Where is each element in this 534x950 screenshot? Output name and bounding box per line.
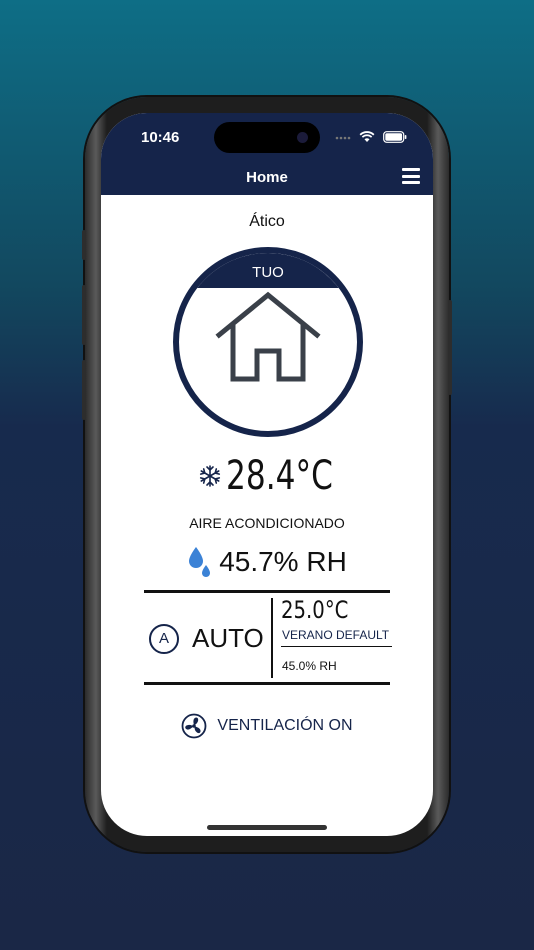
- divider-vertical: [271, 598, 273, 678]
- setpoint-humidity[interactable]: 45.0% RH: [282, 659, 337, 673]
- battery-icon: [383, 131, 407, 143]
- fan-icon: [182, 713, 207, 739]
- wifi-icon: [359, 131, 375, 142]
- dynamic-island: [214, 122, 320, 153]
- water-drop-icon: [189, 547, 211, 577]
- ventilation-label: VENTILACIÓN ON: [217, 717, 353, 734]
- divider-top: [144, 590, 390, 593]
- divider-bottom: [144, 682, 390, 685]
- camera-icon: [297, 132, 308, 143]
- zone-badge: TUO: [179, 253, 357, 288]
- operation-mode-label: AIRE ACONDICIONADO: [189, 515, 345, 531]
- status-icons: [335, 131, 407, 143]
- menu-icon[interactable]: [402, 168, 420, 184]
- app-screen: 10:46 Home Ático TUO 28.4°C AIRE ACONDIC…: [101, 113, 433, 836]
- ventilation-button[interactable]: VENTILACIÓN ON: [101, 713, 433, 739]
- signal-icon: [335, 136, 351, 140]
- home-indicator[interactable]: [207, 825, 327, 830]
- snowflake-icon: [199, 465, 220, 487]
- profile-name[interactable]: VERANO DEFAULT: [282, 628, 389, 642]
- control-panel: A AUTO 25.0°C VERANO DEFAULT 45.0% RH: [144, 590, 392, 685]
- volume-up-button: [82, 285, 86, 345]
- current-temperature-row: 28.4°C: [101, 453, 433, 499]
- profile-divider: [281, 646, 392, 647]
- house-icon: [215, 291, 321, 382]
- nav-title: Home: [246, 169, 288, 186]
- current-temperature: 28.4°C: [225, 453, 333, 499]
- status-time: 10:46: [141, 129, 180, 146]
- setpoint-temperature[interactable]: 25.0°C: [281, 596, 348, 624]
- mode-button[interactable]: AUTO: [192, 623, 264, 654]
- current-humidity: 45.7% RH: [219, 546, 347, 577]
- current-humidity-row: 45.7% RH: [101, 545, 433, 579]
- zone-name: Ático: [249, 213, 285, 230]
- volume-down-button: [82, 360, 86, 420]
- top-bar: 10:46 Home: [101, 113, 433, 195]
- power-button: [448, 300, 452, 395]
- auto-mode-icon[interactable]: A: [149, 624, 179, 654]
- mute-switch: [82, 230, 86, 260]
- zone-circle[interactable]: TUO: [173, 247, 363, 437]
